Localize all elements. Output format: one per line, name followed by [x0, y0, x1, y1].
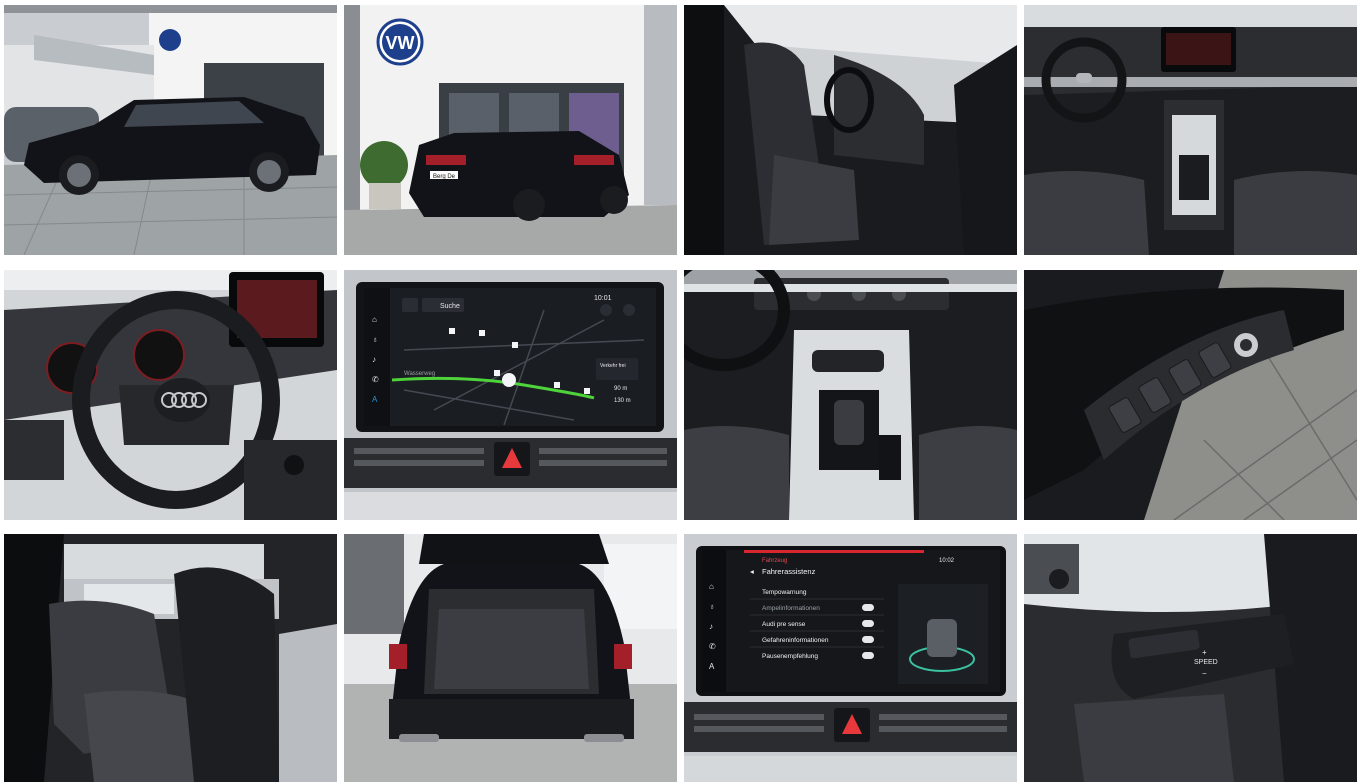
svg-text:Suche: Suche [440, 303, 460, 310]
clock-time: 10:02 [939, 558, 955, 564]
seat-icon[interactable]: ♁ [372, 335, 378, 344]
svg-text:Verkehr frei: Verkehr frei [600, 363, 626, 369]
photo-cruise-control-stalk[interactable]: SPEED + − [1024, 534, 1357, 782]
home-icon[interactable]: ⌂ [709, 582, 714, 591]
photo-exterior-front-side[interactable] [4, 5, 337, 255]
photo-door-window-controls[interactable] [1024, 270, 1357, 520]
breadcrumb[interactable]: Fahrzeug [762, 558, 787, 564]
vw-logo-icon [159, 29, 181, 51]
photo-center-console[interactable] [684, 270, 1017, 520]
photo-rear-seats[interactable] [4, 534, 337, 782]
music-icon[interactable]: ♪ [372, 355, 376, 364]
page-title: Fahrerassistenz [762, 567, 816, 576]
photo-infotainment-map[interactable]: ⌂ ♁ ♪ ✆ A Suche 10:01 Wasserweg Verkehr … [344, 270, 677, 520]
toggle-rest-recommendation[interactable] [862, 652, 874, 659]
menu-item-traffic-light[interactable]: Ampelinformationen [762, 605, 820, 612]
menu-item-pre-sense[interactable]: Audi pre sense [762, 621, 806, 628]
back-icon[interactable]: ◂ [750, 567, 754, 576]
svg-text:Berg De: Berg De [433, 174, 456, 180]
speed-down-icon: − [1202, 669, 1207, 678]
photo-dashboard-overview[interactable] [1024, 5, 1357, 255]
phone-icon[interactable]: ✆ [372, 375, 379, 384]
car-position-icon [502, 373, 516, 387]
photo-gallery: VW Berg De ⌂ ♁ ♪ ✆ A Suche 10:01 Wasserw… [0, 0, 1365, 782]
svg-text:130 m: 130 m [614, 398, 631, 404]
photo-driver-assist-menu[interactable]: ⌂ ♁ ♪ ✆ A Fahrzeug ◂ Fahrerassistenz 10:… [684, 534, 1017, 782]
toggle-traffic-light[interactable] [862, 604, 874, 611]
nav-hint-box [596, 358, 638, 380]
toggle-pre-sense[interactable] [862, 620, 874, 627]
toggle-hazard-info[interactable] [862, 636, 874, 643]
svg-text:Wasserweg: Wasserweg [404, 371, 435, 377]
grid-button[interactable] [402, 298, 418, 312]
tailgate [419, 534, 609, 564]
nav-icon[interactable]: A [709, 662, 715, 671]
phone-icon[interactable]: ✆ [709, 642, 716, 651]
svg-text:SPEED: SPEED [1194, 659, 1218, 666]
clock-time: 10:01 [594, 295, 612, 302]
photo-interior-front-seats[interactable] [684, 5, 1017, 255]
photo-open-trunk[interactable] [344, 534, 677, 782]
speed-up-icon: + [1202, 648, 1207, 657]
nav-icon[interactable]: A [372, 395, 378, 404]
home-icon[interactable]: ⌂ [372, 315, 377, 324]
compass-icon[interactable] [623, 304, 635, 316]
car-icon [927, 619, 957, 657]
menu-item-rest-recommendation[interactable]: Pausenempfehlung [762, 653, 818, 660]
svg-text:VW: VW [386, 33, 415, 53]
photo-exterior-rear-dealership[interactable]: VW Berg De [344, 5, 677, 255]
menu-item-speed-warning[interactable]: Tempowarnung [762, 589, 807, 596]
settings-icon[interactable] [600, 304, 612, 316]
seat-icon[interactable]: ♁ [709, 602, 715, 611]
menu-item-hazard-info[interactable]: Gefahreninformationen [762, 637, 829, 644]
music-icon[interactable]: ♪ [709, 622, 713, 631]
svg-text:90 m: 90 m [614, 386, 627, 392]
gear-selector [834, 400, 864, 445]
photo-steering-wheel-cockpit[interactable] [4, 270, 337, 520]
